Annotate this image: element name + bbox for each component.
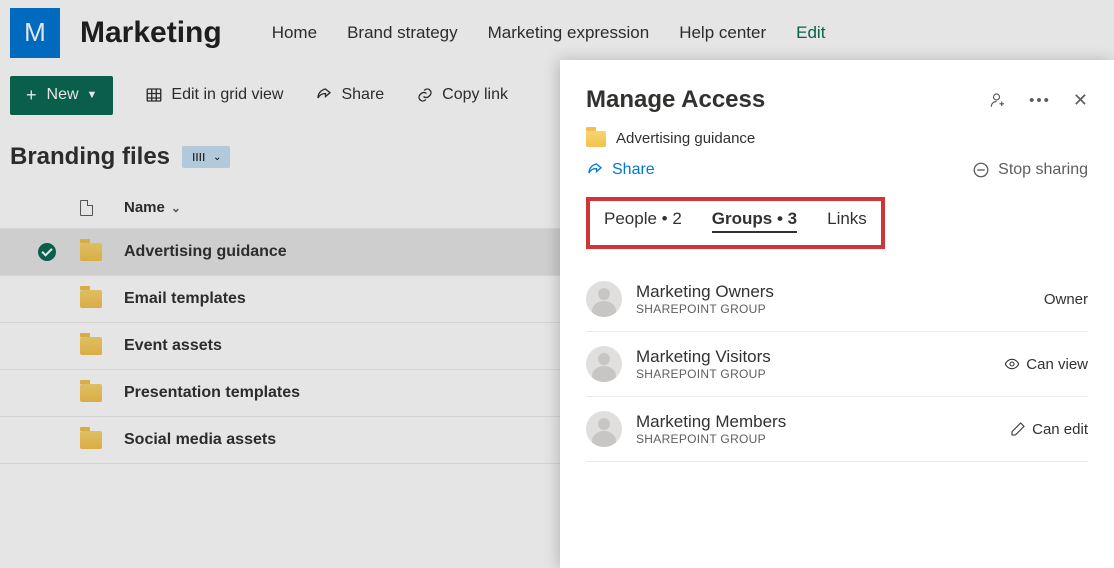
panel-item-name: Advertising guidance: [616, 130, 755, 147]
row-icon: [80, 337, 124, 355]
stop-icon: [972, 161, 990, 179]
group-type: SHAREPOINT GROUP: [636, 432, 786, 446]
new-button[interactable]: + New ▼: [10, 76, 113, 115]
panel-share-label: Share: [612, 161, 655, 179]
group-type: SHAREPOINT GROUP: [636, 302, 774, 316]
row-icon: [80, 290, 124, 308]
share-label: Share: [341, 86, 384, 104]
panel-share-button[interactable]: Share: [586, 161, 655, 179]
view-switcher[interactable]: ⌄: [182, 146, 230, 168]
share-icon: [586, 161, 604, 179]
avatar: [586, 411, 622, 447]
link-icon: [416, 86, 434, 104]
avatar: [586, 346, 622, 382]
grant-access-icon[interactable]: [989, 91, 1007, 109]
folder-icon: [80, 290, 102, 308]
eye-icon: [1004, 356, 1020, 372]
group-name: Marketing Members: [636, 412, 786, 432]
permission-label: Can view: [1026, 356, 1088, 373]
nav-brand-strategy[interactable]: Brand strategy: [347, 23, 458, 43]
group-row[interactable]: Marketing Owners SHAREPOINT GROUP Owner: [586, 267, 1088, 332]
row-icon: [80, 243, 124, 261]
tab-links[interactable]: Links: [827, 209, 867, 233]
permission-selector[interactable]: Can view: [1004, 356, 1088, 373]
avatar: [586, 281, 622, 317]
nav-edit[interactable]: Edit: [796, 23, 825, 43]
row-select[interactable]: [10, 243, 80, 261]
row-name: Event assets: [124, 337, 222, 355]
panel-item: Advertising guidance: [586, 130, 1088, 147]
edit-grid-label: Edit in grid view: [171, 86, 283, 104]
stop-sharing-label: Stop sharing: [998, 161, 1088, 179]
chevron-down-icon: ⌄: [213, 152, 221, 163]
group-row[interactable]: Marketing Visitors SHAREPOINT GROUP Can …: [586, 332, 1088, 397]
plus-icon: +: [26, 85, 37, 106]
site-nav: Home Brand strategy Marketing expression…: [272, 23, 826, 43]
document-icon: [80, 200, 93, 216]
grid-icon: [145, 86, 163, 104]
folder-icon: [80, 431, 102, 449]
folder-icon: [80, 243, 102, 261]
row-name: Email templates: [124, 290, 246, 308]
copy-link-label: Copy link: [442, 86, 508, 104]
column-name-label: Name: [124, 199, 165, 216]
folder-icon: [80, 337, 102, 355]
new-button-label: New: [47, 86, 79, 104]
site-header: M Marketing Home Brand strategy Marketin…: [0, 0, 1114, 65]
row-name: Presentation templates: [124, 384, 300, 402]
folder-icon: [80, 384, 102, 402]
check-icon: [38, 243, 56, 261]
group-row[interactable]: Marketing Members SHAREPOINT GROUP Can e…: [586, 397, 1088, 462]
site-title[interactable]: Marketing: [80, 16, 222, 50]
tab-people[interactable]: People • 2: [604, 209, 682, 233]
permission-selector[interactable]: Can edit: [1010, 421, 1088, 438]
panel-title: Manage Access: [586, 86, 765, 114]
section-title: Branding files: [10, 143, 170, 171]
permission-label[interactable]: Owner: [1044, 291, 1088, 308]
nav-help-center[interactable]: Help center: [679, 23, 766, 43]
close-icon[interactable]: ✕: [1073, 90, 1088, 111]
row-icon: [80, 384, 124, 402]
share-icon: [315, 86, 333, 104]
row-icon: [80, 431, 124, 449]
edit-grid-view-button[interactable]: Edit in grid view: [145, 86, 283, 104]
copy-link-button[interactable]: Copy link: [416, 86, 508, 104]
group-type: SHAREPOINT GROUP: [636, 367, 771, 381]
nav-home[interactable]: Home: [272, 23, 317, 43]
share-button[interactable]: Share: [315, 86, 384, 104]
row-name: Advertising guidance: [124, 243, 287, 261]
stack-icon: [191, 149, 207, 165]
permission-label: Can edit: [1032, 421, 1088, 438]
group-name: Marketing Owners: [636, 282, 774, 302]
chevron-down-icon: ⌄: [171, 201, 181, 215]
tab-groups[interactable]: Groups • 3: [712, 209, 797, 233]
chevron-down-icon: ▼: [87, 89, 98, 101]
row-name: Social media assets: [124, 431, 276, 449]
pencil-icon: [1010, 421, 1026, 437]
site-logo[interactable]: M: [10, 8, 60, 58]
manage-access-panel: Manage Access ••• ✕ Advertising guidance…: [560, 60, 1114, 568]
more-options-icon[interactable]: •••: [1029, 92, 1051, 109]
stop-sharing-button[interactable]: Stop sharing: [972, 161, 1088, 179]
column-type[interactable]: [80, 200, 124, 216]
tabs-highlight-box: People • 2 Groups • 3 Links: [586, 197, 885, 249]
folder-icon: [586, 131, 606, 147]
group-name: Marketing Visitors: [636, 347, 771, 367]
nav-marketing-expression[interactable]: Marketing expression: [488, 23, 650, 43]
